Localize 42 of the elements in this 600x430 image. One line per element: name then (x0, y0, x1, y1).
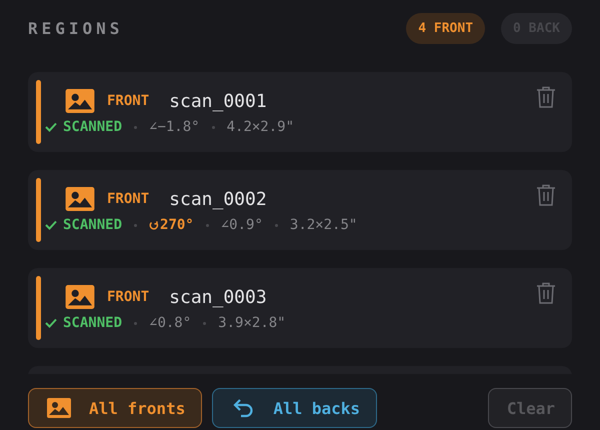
separator-dot (134, 224, 138, 226)
separator-dot (212, 126, 215, 128)
status-label: SCANNED (45, 217, 122, 233)
region-card[interactable]: FRONT scan_0003 SCANNED ∠0.8° 3.9×2.8" (28, 268, 572, 348)
image-icon (65, 187, 95, 211)
skew-angle: ∠0.9° (220, 217, 263, 233)
region-name: scan_0002 (169, 188, 267, 210)
side-label: FRONT (107, 93, 150, 109)
separator-dot (203, 322, 206, 324)
undo-icon (231, 398, 256, 418)
region-size: 3.2×2.5" (290, 217, 358, 233)
trash-icon[interactable] (536, 86, 556, 108)
region-name: scan_0003 (169, 286, 267, 308)
select-all-button[interactable]: All fronts (28, 388, 202, 428)
section-title: REGIONS (28, 18, 124, 38)
separator-dot (134, 322, 138, 324)
status-label: SCANNED (45, 315, 122, 331)
separator-dot (274, 224, 278, 226)
select-all-button[interactable]: All backs (212, 388, 378, 428)
skew-angle: ∠−1.8° (149, 119, 200, 135)
side-filter-tab[interactable]: 4 FRONT (406, 12, 486, 44)
side-label: FRONT (107, 191, 150, 207)
image-icon (65, 285, 95, 309)
separator-dot (134, 126, 138, 128)
status-label: SCANNED (45, 119, 122, 135)
trash-icon[interactable] (536, 282, 556, 304)
side-label: FRONT (107, 289, 150, 305)
skew-angle: ∠0.8° (149, 315, 192, 331)
image-icon (65, 89, 95, 113)
region-size: 3.9×2.8" (218, 315, 286, 331)
check-icon (45, 318, 57, 328)
image-icon (47, 398, 71, 418)
trash-icon[interactable] (536, 184, 556, 206)
region-name: scan_0001 (169, 90, 267, 112)
rotate-icon (149, 220, 160, 230)
separator-dot (206, 224, 209, 226)
check-icon (45, 122, 57, 132)
check-icon (45, 220, 57, 230)
region-card[interactable]: FRONT scan_0002 SCANNED 270° ∠0.9° 3.2×2.5" (28, 170, 572, 250)
region-card[interactable]: FRONT scan_0001 SCANNED ∠−1.8° 4.2×2.9" (28, 72, 572, 152)
rotation-value: 270° (149, 217, 194, 233)
region-size: 4.2×2.9" (226, 119, 294, 135)
